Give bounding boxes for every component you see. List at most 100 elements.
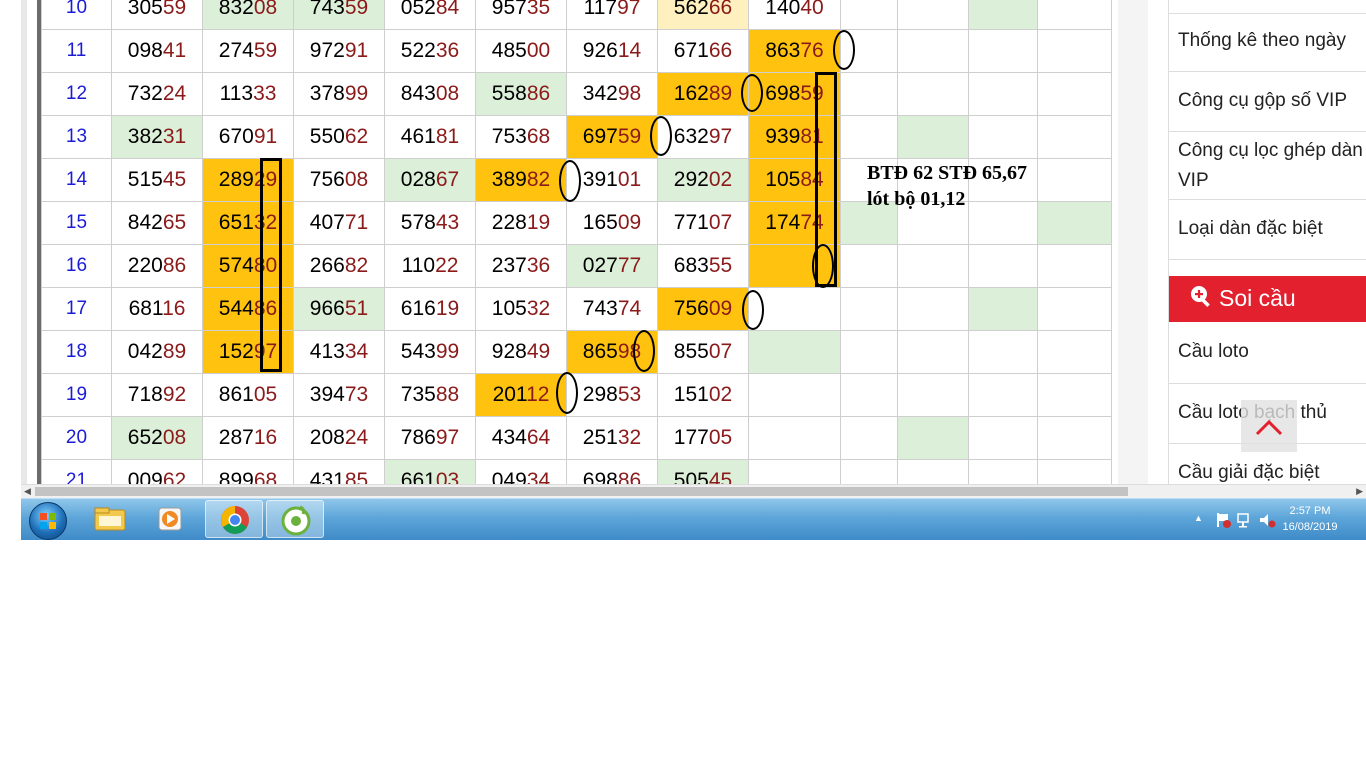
result-head-digits: 105 [765, 168, 801, 191]
clock-date[interactable]: 16/08/2019 [1270, 521, 1350, 533]
sidebar-item-cau-loto[interactable]: Cầu loto [1169, 322, 1366, 384]
result-cell: 67166 [657, 29, 749, 73]
result-head-digits: 939 [765, 125, 801, 148]
taskbar-explorer[interactable] [81, 500, 139, 538]
start-button[interactable] [29, 502, 67, 540]
chrome-icon [221, 506, 249, 534]
result-head-digits: 652 [127, 426, 163, 449]
result-cell: 86105 [202, 373, 294, 417]
results-table-area: 10 30559 83208 74359 05284 95735 11797 56266 140… [41, 0, 1114, 484]
result-head-digits: 683 [673, 254, 709, 277]
empty-cell [1037, 115, 1112, 159]
result-cell: 69759 [566, 115, 658, 159]
result-tail-digits: 91 [253, 125, 278, 148]
taskbar-media-player[interactable] [141, 500, 199, 538]
result-head-digits: 289 [218, 168, 254, 191]
result-tail-digits: 55 [708, 254, 733, 277]
result-head-digits: 861 [218, 383, 254, 406]
result-cell: 25132 [566, 416, 658, 460]
empty-cell [897, 416, 969, 460]
result-cell: 28716 [202, 416, 294, 460]
result-cell [748, 459, 841, 484]
result-cell: 16289 [657, 72, 749, 116]
scrollbar-thumb[interactable] [35, 487, 1128, 496]
result-head-digits: 522 [400, 39, 436, 62]
sidebar-item-loai-dan-dac-biet[interactable]: Loại dàn đặc biệt [1169, 200, 1366, 260]
result-head-digits: 632 [673, 125, 709, 148]
result-tail-digits: 99 [344, 82, 369, 105]
result-head-digits: 407 [309, 211, 345, 234]
result-head-digits: 928 [491, 340, 527, 363]
result-cell: 68116 [111, 287, 203, 331]
result-head-digits: 228 [491, 211, 527, 234]
taskbar-coccoc[interactable] [266, 500, 324, 538]
result-cell: 65208 [111, 416, 203, 460]
result-cell: 11333 [202, 72, 294, 116]
marker-rect-column-2 [260, 158, 282, 372]
result-tail-digits: 40 [800, 0, 824, 19]
result-cell: 95735 [475, 0, 567, 30]
empty-cell [897, 29, 969, 73]
result-cell: 22819 [475, 201, 567, 245]
empty-cell [968, 287, 1038, 331]
result-tail-digits: 16 [253, 426, 278, 449]
clock-time[interactable]: 2:57 PM [1270, 505, 1350, 517]
result-tail-digits: 65 [162, 211, 187, 234]
result-tail-digits: 09 [708, 297, 733, 320]
result-tail-digits: 24 [344, 426, 369, 449]
empty-cell [1037, 0, 1112, 30]
sidebar-item-label: Cầu loto [1178, 341, 1249, 362]
result-head-digits: 162 [673, 82, 709, 105]
network-icon[interactable] [1236, 511, 1254, 529]
chevron-up-icon [1255, 419, 1283, 436]
result-head-digits: 052 [400, 0, 436, 19]
empty-cell [968, 72, 1038, 116]
scroll-to-top-button[interactable] [1241, 400, 1297, 452]
result-tail-digits: 33 [253, 82, 277, 105]
result-tail-digits: 08 [435, 82, 460, 105]
table-row: 10 30559 83208 74359 05284 95735 11797 56266 140… [41, 0, 1112, 30]
taskbar-chrome[interactable] [205, 500, 263, 538]
result-head-digits: 732 [127, 82, 163, 105]
soi-cau-header[interactable]: Soi cầu [1169, 276, 1366, 322]
result-cell: 69886 [566, 459, 658, 484]
row-index: 20 [41, 416, 112, 460]
result-cell [748, 373, 841, 417]
result-cell [748, 416, 841, 460]
result-cell: 96651 [293, 287, 385, 331]
sidebar-item-cong-cu-loc-ghep-dan-vip[interactable]: Công cụ lọc ghép dàn VIP [1169, 132, 1366, 200]
result-head-digits: 042 [127, 340, 163, 363]
result-tail-digits: 05 [253, 383, 278, 406]
horizontal-scrollbar[interactable]: ◀ ▶ [21, 484, 1366, 498]
sidebar-item-cong-cu-gop-so-vip[interactable]: Công cụ gộp số VIP [1169, 72, 1366, 132]
result-head-digits: 515 [127, 168, 163, 191]
browser-viewport: 10 30559 83208 74359 05284 95735 11797 56266 140… [21, 0, 1366, 498]
show-hidden-icons-icon[interactable]: ▲ [1194, 513, 1203, 523]
empty-cell [968, 416, 1038, 460]
result-cell: 10532 [475, 287, 567, 331]
annotation-line-2: lót bộ 01,12 [867, 188, 966, 210]
sidebar-item-label: Cầu giải đặc biệt [1178, 462, 1320, 483]
result-head-digits: 434 [491, 426, 527, 449]
result-head-digits: 461 [400, 125, 436, 148]
table-row: 20 65208 28716 20824 78697 43464 25132 17705 [41, 416, 1112, 460]
result-cell: 11022 [384, 244, 476, 288]
table-row: 18 04289 15297 41334 54399 92849 86598 85507 [41, 330, 1112, 374]
result-tail-digits: 67 [435, 168, 460, 191]
result-cell: 61619 [384, 287, 476, 331]
result-head-digits: 574 [218, 254, 254, 277]
result-tail-digits: 00 [526, 39, 551, 62]
sidebar-item-label: Công cụ gộp số VIP [1178, 90, 1347, 111]
scroll-right-arrow-icon[interactable]: ▶ [1356, 486, 1363, 497]
result-tail-digits: 62 [162, 469, 187, 484]
result-cell: 05284 [384, 0, 476, 30]
result-cell: 92849 [475, 330, 567, 374]
result-cell: 11797 [566, 0, 658, 30]
sidebar-item-thong-ke-theo-ngay[interactable]: Thống kê theo ngày [1169, 14, 1366, 72]
result-head-digits: 832 [218, 0, 254, 19]
empty-cell [1037, 373, 1112, 417]
scroll-left-arrow-icon[interactable]: ◀ [24, 486, 31, 497]
action-center-flag-icon[interactable] [1214, 511, 1232, 529]
result-tail-digits: 31 [162, 125, 187, 148]
result-head-digits: 009 [127, 469, 163, 484]
